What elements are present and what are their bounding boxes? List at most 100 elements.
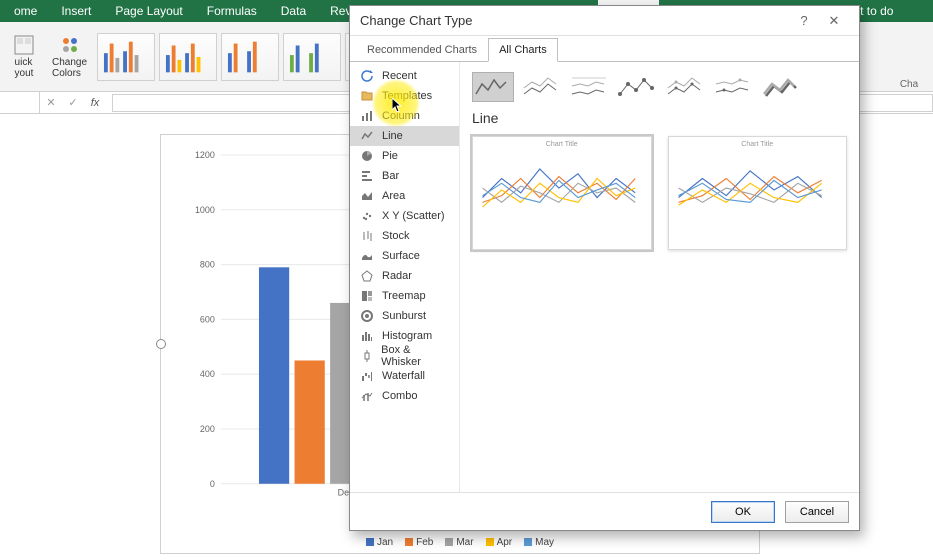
recent-icon (360, 70, 374, 82)
chart-preview-2[interactable]: Chart Title (668, 136, 848, 250)
chart-subtype-panel: Line Chart Title Chart (460, 62, 859, 492)
subtype-100-stacked-line[interactable] (568, 72, 610, 102)
radar-icon (360, 270, 374, 282)
legend-item: May (524, 537, 554, 548)
category-label: X Y (Scatter) (382, 210, 445, 222)
ribbon-tab-home[interactable]: ome (2, 0, 49, 22)
category-label: Recent (382, 70, 417, 82)
category-surface[interactable]: Surface (350, 246, 459, 266)
ribbon-tab-insert[interactable]: Insert (49, 0, 103, 22)
category-x-y-scatter-[interactable]: X Y (Scatter) (350, 206, 459, 226)
change-colors-button[interactable]: Change Colors (46, 28, 93, 86)
ribbon-group-label: Cha (889, 79, 929, 91)
category-combo[interactable]: Combo (350, 386, 459, 406)
category-label: Line (382, 130, 403, 142)
chart-style-3[interactable] (221, 33, 279, 81)
category-line[interactable]: Line (350, 126, 459, 146)
category-label: Templates (382, 90, 432, 102)
subtype-line[interactable] (472, 72, 514, 102)
category-label: Sunburst (382, 310, 426, 322)
category-label: Pie (382, 150, 398, 162)
category-stock[interactable]: Stock (350, 226, 459, 246)
category-label: Bar (382, 170, 399, 182)
quick-layout-label: uick yout (15, 57, 34, 79)
legend-item: Feb (405, 537, 433, 548)
treemap-icon (360, 290, 374, 302)
stock-icon (360, 230, 374, 242)
combo-icon (360, 390, 374, 402)
category-radar[interactable]: Radar (350, 266, 459, 286)
chart-preview-1[interactable]: Chart Title (472, 136, 652, 250)
svg-text:1000: 1000 (195, 205, 215, 215)
svg-text:0: 0 (210, 479, 215, 489)
category-treemap[interactable]: Treemap (350, 286, 459, 306)
chart-category-list: Recent Templates Column Line Pie Bar Area X Y (… (350, 62, 460, 492)
ok-button[interactable]: OK (711, 501, 775, 523)
dialog-title: Change Chart Type (360, 13, 473, 28)
bar-icon (360, 170, 374, 182)
quick-layout-button[interactable]: uick yout (6, 28, 42, 86)
category-bar[interactable]: Bar (350, 166, 459, 186)
chart-style-1[interactable] (97, 33, 155, 81)
templates-icon (360, 90, 374, 102)
line-icon (360, 130, 374, 142)
category-sunburst[interactable]: Sunburst (350, 306, 459, 326)
x-y-scatter--icon (360, 210, 374, 222)
preview-1-title: Chart Title (473, 137, 651, 148)
subtype-row (472, 72, 847, 102)
subtype-3d-line[interactable] (760, 72, 802, 102)
area-icon (360, 190, 374, 202)
svg-text:800: 800 (200, 260, 215, 270)
pie-icon (360, 150, 374, 162)
tab-all-charts[interactable]: All Charts (488, 38, 558, 62)
svg-text:200: 200 (200, 424, 215, 434)
tab-recommended-charts[interactable]: Recommended Charts (356, 38, 488, 62)
ribbon-tab-page-layout[interactable]: Page Layout (103, 0, 194, 22)
change-colors-label: Change Colors (52, 57, 87, 79)
subtype-stacked-line[interactable] (520, 72, 562, 102)
column-icon (360, 110, 374, 122)
name-box[interactable] (0, 92, 40, 113)
chart-style-4[interactable] (283, 33, 341, 81)
change-chart-type-dialog: Change Chart Type ? ✕ Recommended Charts… (349, 5, 860, 531)
category-label: Radar (382, 270, 412, 282)
fx-icon[interactable]: fx (84, 97, 106, 109)
confirm-edit-icon[interactable]: ✓ (62, 96, 84, 109)
category-label: Combo (382, 390, 417, 402)
category-recent[interactable]: Recent (350, 66, 459, 86)
ribbon-tab-formulas[interactable]: Formulas (195, 0, 269, 22)
subtype-stacked-line-markers[interactable] (664, 72, 706, 102)
subtype-line-markers[interactable] (616, 72, 658, 102)
histogram-icon (360, 330, 374, 342)
subtype-100-stacked-line-markers[interactable] (712, 72, 754, 102)
cancel-button[interactable]: Cancel (785, 501, 849, 523)
waterfall-icon (360, 370, 374, 382)
category-label: Waterfall (382, 370, 425, 382)
svg-text:1200: 1200 (195, 150, 215, 160)
category-label: Area (382, 190, 405, 202)
preview-heading: Line (472, 110, 847, 126)
legend-item: Jan (366, 537, 393, 548)
quick-layout-icon (14, 35, 34, 55)
svg-text:600: 600 (200, 314, 215, 324)
palette-icon (60, 35, 80, 55)
ribbon-tab-data[interactable]: Data (269, 0, 318, 22)
dialog-button-row: OK Cancel (350, 492, 859, 530)
cancel-edit-icon[interactable]: ✕ (40, 96, 62, 109)
category-waterfall[interactable]: Waterfall (350, 366, 459, 386)
category-histogram[interactable]: Histogram (350, 326, 459, 346)
category-templates[interactable]: Templates (350, 86, 459, 106)
dialog-titlebar[interactable]: Change Chart Type ? ✕ (350, 6, 859, 36)
category-pie[interactable]: Pie (350, 146, 459, 166)
chart-style-2[interactable] (159, 33, 217, 81)
surface-icon (360, 250, 374, 262)
category-box-whisker[interactable]: Box & Whisker (350, 346, 459, 366)
sunburst-icon (360, 310, 374, 322)
category-column[interactable]: Column (350, 106, 459, 126)
svg-text:400: 400 (200, 369, 215, 379)
category-label: Surface (382, 250, 420, 262)
category-label: Histogram (382, 330, 432, 342)
help-button[interactable]: ? (789, 13, 819, 28)
category-area[interactable]: Area (350, 186, 459, 206)
close-button[interactable]: ✕ (819, 13, 849, 29)
